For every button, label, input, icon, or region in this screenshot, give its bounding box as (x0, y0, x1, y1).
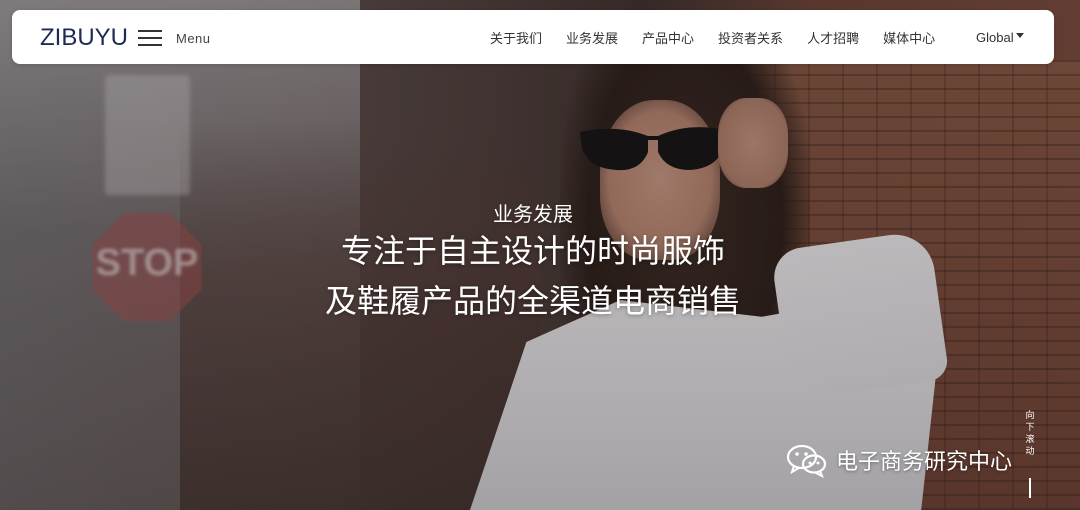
scroll-hint-char: 向 (1025, 411, 1035, 421)
nav-item-investors[interactable]: 投资者关系 (718, 28, 783, 47)
scroll-hint-char: 下 (1025, 423, 1035, 433)
hero-title-line-1: 专注于自主设计的时尚服饰 (340, 232, 725, 270)
scroll-down-hint[interactable]: 向 下 滚 动 (1022, 410, 1038, 458)
hero-section: STOP ZIBUYU Menu 关于我们 业务发展 产品中心 投资者关系 人才… (0, 0, 1080, 510)
hero-title: 专注于自主设计的时尚服饰 及鞋履产品的全渠道电商销售 (0, 226, 1066, 326)
top-nav-bar: ZIBUYU Menu 关于我们 业务发展 产品中心 投资者关系 人才招聘 媒体… (12, 10, 1054, 64)
watermark-text: 电子商务研究中心 (836, 450, 1013, 475)
main-nav: 关于我们 业务发展 产品中心 投资者关系 人才招聘 媒体中心 (490, 10, 959, 64)
scroll-hint-char: 滚 (1025, 435, 1035, 445)
global-language-dropdown[interactable]: Global (976, 10, 1024, 64)
wechat-icon (786, 444, 827, 478)
caret-down-icon (1015, 32, 1024, 38)
scroll-indicator-line (1029, 478, 1031, 498)
nav-item-products[interactable]: 产品中心 (642, 28, 694, 47)
nav-item-careers[interactable]: 人才招聘 (807, 28, 859, 47)
menu-label: Menu (176, 30, 211, 46)
watermark: 电子商务研究中心 (786, 440, 1012, 480)
logo[interactable]: ZIBUYU (40, 24, 128, 52)
global-label: Global (976, 29, 1014, 45)
nav-item-business[interactable]: 业务发展 (566, 28, 618, 47)
scroll-hint-char: 动 (1025, 447, 1035, 457)
nav-item-about[interactable]: 关于我们 (490, 28, 542, 47)
nav-item-media[interactable]: 媒体中心 (883, 28, 935, 47)
menu-button[interactable]: Menu (138, 26, 211, 50)
hero-subtitle: 业务发展 (493, 202, 573, 226)
hero-title-line-2: 及鞋履产品的全渠道电商销售 (324, 282, 741, 320)
hamburger-icon[interactable] (138, 29, 164, 47)
